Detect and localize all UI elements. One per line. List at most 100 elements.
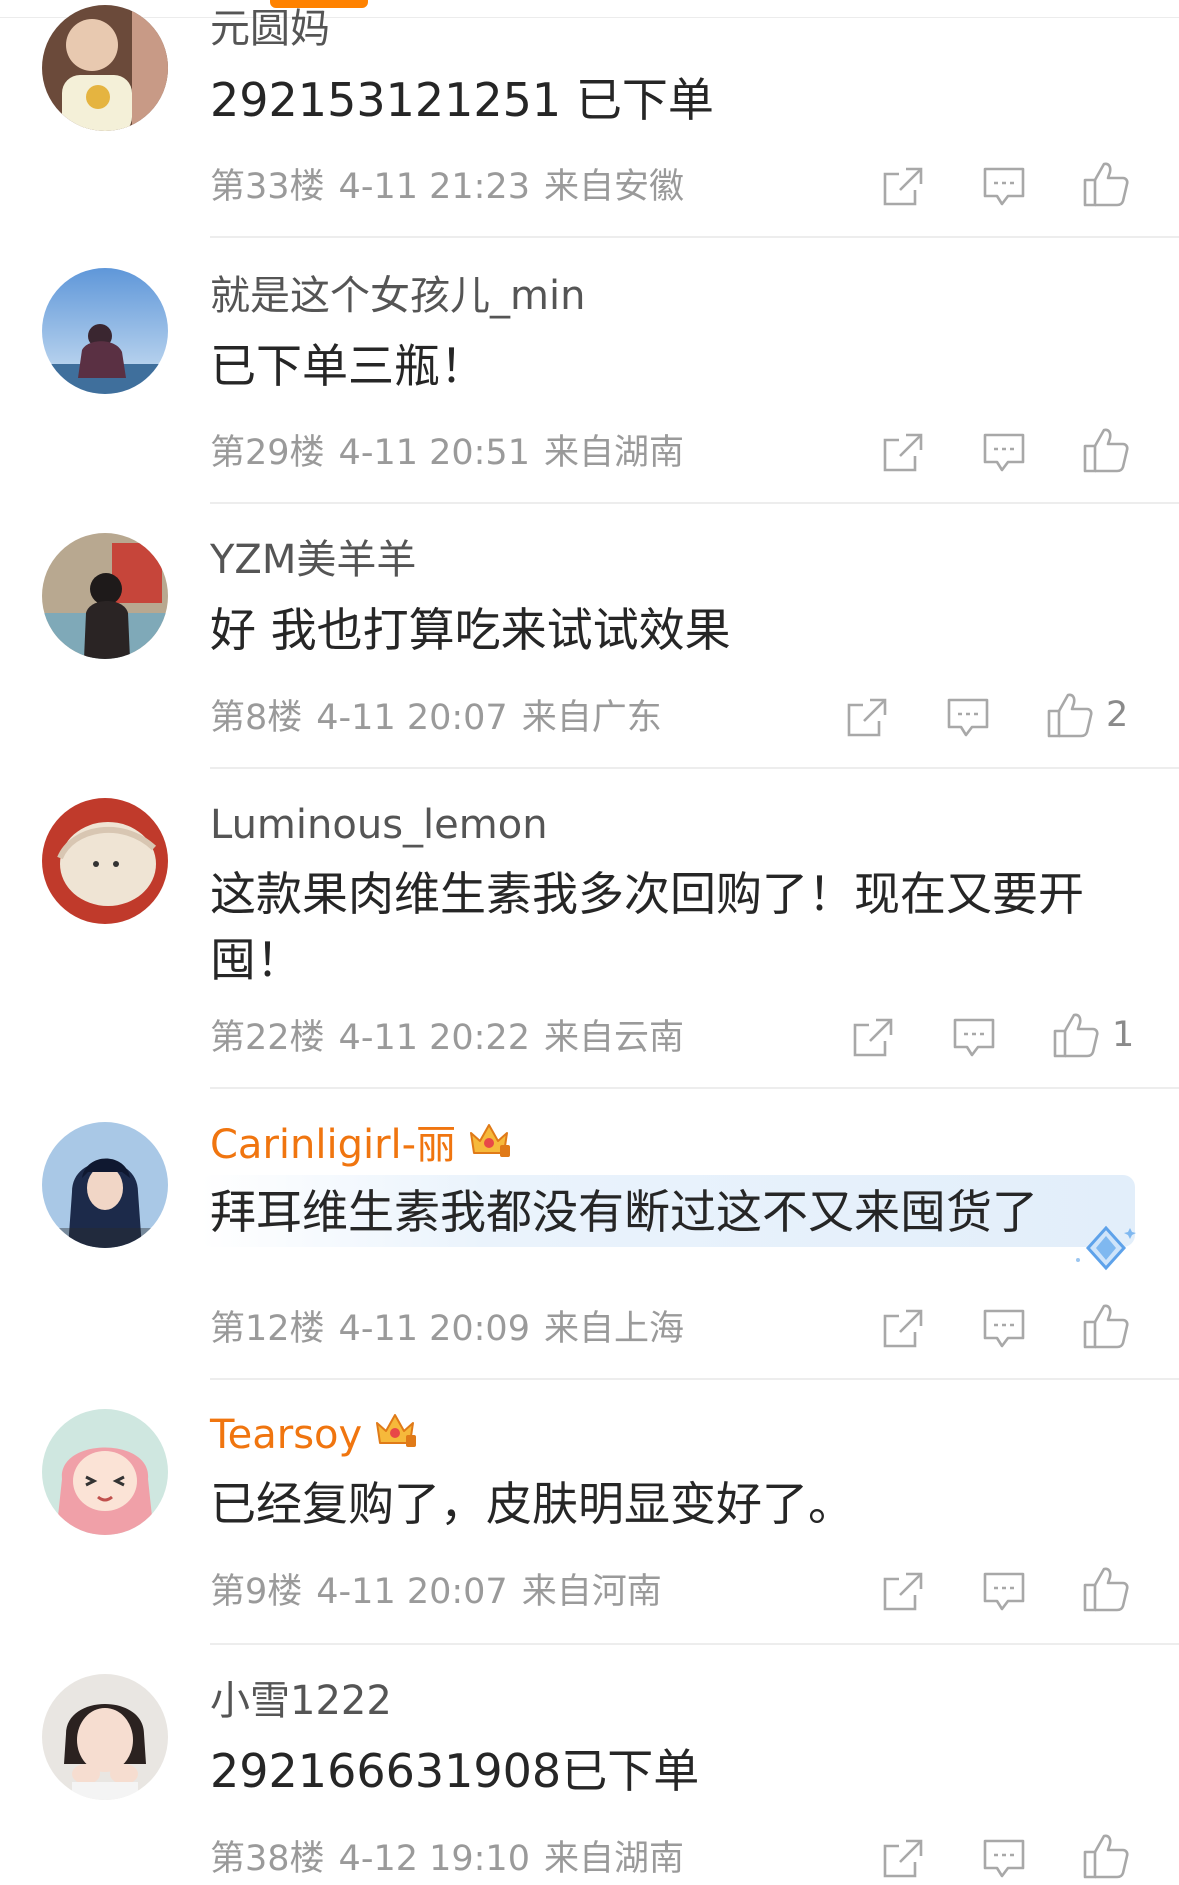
- share-button[interactable]: [882, 432, 924, 474]
- comment-time: 4-11 20:07: [316, 1572, 508, 1612]
- diamond-icon: [1070, 1220, 1140, 1280]
- comment-meta: 第29楼 4-11 20:51 来自湖南: [210, 431, 698, 475]
- comment-icon: [947, 698, 989, 737]
- share-button[interactable]: [882, 1571, 924, 1613]
- comment-meta: 第22楼 4-11 20:22 来自云南: [210, 1016, 698, 1060]
- share-icon: [883, 1309, 923, 1348]
- like-button[interactable]: 1: [1052, 1011, 1134, 1059]
- comment-time: 4-11 20:09: [338, 1309, 530, 1349]
- comment-meta: 第38楼 4-12 19:10 来自湖南: [210, 1837, 698, 1881]
- divider: [210, 236, 1179, 238]
- vip-username[interactable]: Carinligirl-丽: [210, 1121, 512, 1173]
- comment-icon: [953, 1018, 995, 1057]
- avatar[interactable]: [42, 5, 168, 131]
- floor-number: 第12楼: [210, 1309, 325, 1349]
- comment-location: 来自湖南: [543, 433, 684, 473]
- crown-badge-icon: [372, 1409, 418, 1460]
- divider: [210, 1378, 1179, 1380]
- thumbs-up-icon: [1053, 1013, 1099, 1058]
- like-button[interactable]: [1082, 160, 1142, 208]
- comment-meta: 第9楼 4-11 20:07 来自河南: [210, 1570, 676, 1614]
- floor-number: 第8楼: [210, 698, 303, 738]
- vip-username[interactable]: Tearsoy: [210, 1411, 418, 1463]
- avatar[interactable]: [42, 1674, 168, 1800]
- username[interactable]: Carinligirl-丽: [210, 1122, 456, 1168]
- username[interactable]: Tearsoy: [210, 1412, 362, 1458]
- divider: [210, 1087, 1179, 1089]
- divider: [210, 1643, 1179, 1645]
- comment-button[interactable]: [982, 1838, 1026, 1880]
- thumbs-up-icon: [1083, 1567, 1129, 1612]
- comment-location: 来自上海: [543, 1309, 684, 1349]
- like-button[interactable]: [1082, 426, 1142, 474]
- avatar[interactable]: [42, 533, 168, 659]
- like-button[interactable]: [1082, 1302, 1142, 1350]
- comment-location: 来自湖南: [543, 1839, 684, 1879]
- avatar[interactable]: [42, 1409, 168, 1535]
- floor-number: 第38楼: [210, 1839, 325, 1879]
- share-icon: [883, 1572, 923, 1611]
- comment-text: 已经复购了，皮肤明显变好了。: [210, 1477, 854, 1531]
- comment-icon: [983, 433, 1025, 472]
- comment-icon: [983, 167, 1025, 206]
- share-button[interactable]: [846, 697, 888, 739]
- comment-item: Carinligirl-丽 拜耳维生素我都没有断过这不又来囤货了 第12楼 4-1…: [0, 1115, 1179, 1385]
- comment-item: YZM美羊羊 好 我也打算吃来试试效果 第8楼 4-11 20:07 来自广东 2: [0, 530, 1179, 770]
- comment-text: 292166631908已下单: [210, 1744, 700, 1798]
- crown-badge-icon: [466, 1119, 512, 1170]
- thumbs-up-icon: [1083, 1304, 1129, 1349]
- comment-icon: [983, 1309, 1025, 1348]
- comment-button[interactable]: [946, 697, 990, 739]
- comment-time: 4-11 20:07: [316, 698, 508, 738]
- comment-button[interactable]: [982, 166, 1026, 208]
- username[interactable]: 元圆妈: [210, 5, 330, 53]
- comment-meta: 第8楼 4-11 20:07 来自广东: [210, 696, 676, 740]
- comment-text: 这款果肉维生素我多次回购了！现在又要开囤！: [210, 867, 1084, 987]
- like-count: 1: [1112, 1015, 1135, 1055]
- comment-icon: [983, 1839, 1025, 1878]
- share-icon: [883, 433, 923, 472]
- like-count: 2: [1106, 695, 1129, 735]
- comment-item: Tearsoy 已经复购了，皮肤明显变好了。 第9楼 4-11 20:07 来自河南: [0, 1405, 1179, 1645]
- comment-icon: [983, 1572, 1025, 1611]
- comment-time: 4-11 21:23: [338, 167, 530, 207]
- comment-button[interactable]: [982, 1308, 1026, 1350]
- avatar[interactable]: [42, 798, 168, 924]
- comment-button[interactable]: [982, 432, 1026, 474]
- avatar[interactable]: [42, 268, 168, 394]
- comment-location: 来自广东: [521, 698, 662, 738]
- username[interactable]: 就是这个女孩儿_min: [210, 272, 585, 320]
- thumbs-up-icon: [1047, 693, 1093, 738]
- share-button[interactable]: [882, 1838, 924, 1880]
- avatar[interactable]: [42, 1122, 168, 1248]
- share-button[interactable]: [852, 1017, 894, 1059]
- comment-time: 4-11 20:51: [338, 433, 530, 473]
- comment-location: 来自河南: [521, 1572, 662, 1612]
- thumbs-up-icon: [1083, 428, 1129, 473]
- comment-location: 来自安徽: [543, 167, 684, 207]
- comment-meta: 第33楼 4-11 21:23 来自安徽: [210, 165, 698, 209]
- comment-location: 来自云南: [543, 1018, 684, 1058]
- username[interactable]: Luminous_lemon: [210, 801, 548, 849]
- like-button[interactable]: 2: [1046, 691, 1128, 739]
- comment-meta: 第12楼 4-11 20:09 来自上海: [210, 1307, 698, 1351]
- like-button[interactable]: [1082, 1565, 1142, 1613]
- comment-time: 4-12 19:10: [338, 1839, 530, 1879]
- username[interactable]: 小雪1222: [210, 1677, 392, 1725]
- floor-number: 第9楼: [210, 1572, 303, 1612]
- comment-button[interactable]: [982, 1571, 1026, 1613]
- thumbs-up-icon: [1083, 1834, 1129, 1879]
- comment-button[interactable]: [952, 1017, 996, 1059]
- comment-text: 拜耳维生素我都没有断过这不又来囤货了: [210, 1185, 1038, 1239]
- thumbs-up-icon: [1083, 162, 1129, 207]
- share-button[interactable]: [882, 1308, 924, 1350]
- share-button[interactable]: [882, 166, 924, 208]
- divider: [210, 502, 1179, 504]
- floor-number: 第33楼: [210, 167, 325, 207]
- share-icon: [883, 1839, 923, 1878]
- comment-text: 已下单三瓶！: [210, 339, 486, 393]
- username[interactable]: YZM美羊羊: [210, 536, 416, 584]
- like-button[interactable]: [1082, 1832, 1142, 1880]
- comment-item: 就是这个女孩儿_min 已下单三瓶！ 第29楼 4-11 20:51 来自湖南: [0, 265, 1179, 505]
- floor-number: 第29楼: [210, 433, 325, 473]
